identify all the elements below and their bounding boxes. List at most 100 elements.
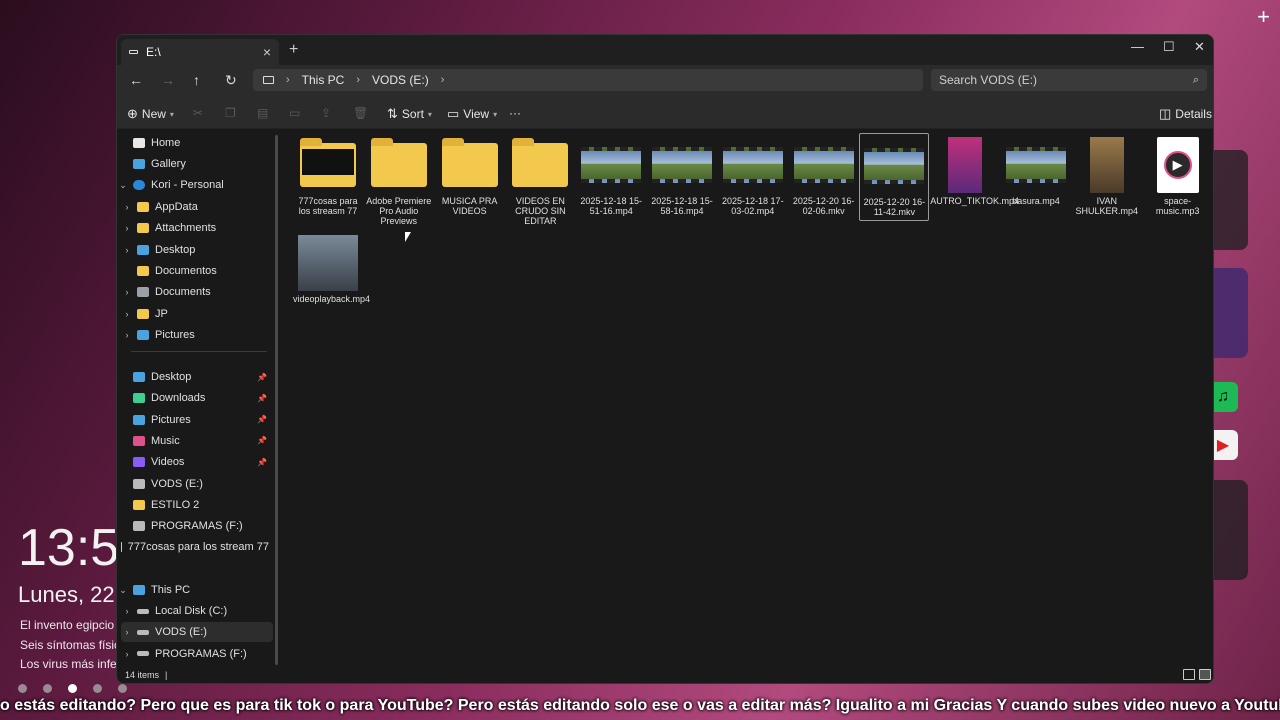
folder-item[interactable]: MUSICA PRA VIDEOS [435, 133, 505, 216]
rename-icon[interactable]: ▭ [289, 106, 300, 120]
pin-icon[interactable]: 📌 [257, 458, 267, 467]
pin-icon[interactable]: 📌 [257, 415, 267, 424]
forward-arrow-icon[interactable]: → [161, 72, 175, 88]
details-view-icon[interactable] [1183, 669, 1195, 680]
new-button[interactable]: ⊕ New ▾ [127, 106, 174, 122]
sidebar-item-onedrive[interactable]: ⌄ Kori - Personal [117, 175, 269, 195]
sidebar-item-label: Kori - Personal [151, 179, 224, 191]
new-tab-button[interactable]: + [289, 41, 298, 59]
refresh-icon[interactable]: ↻ [225, 72, 237, 89]
tab-close-icon[interactable]: × [263, 44, 271, 60]
sidebar-item-documentos[interactable]: Documentos [121, 261, 273, 281]
sidebar-item-home[interactable]: Home [117, 133, 269, 153]
sidebar-item-attachments[interactable]: › Attachments [121, 218, 273, 238]
tab-drive-e[interactable]: E:\ × [121, 39, 279, 65]
quick-access-videos[interactable]: Videos 📌 [117, 452, 269, 472]
file-item[interactable]: 2025-12-18 17-03-02.mp4 [718, 133, 788, 216]
page-dot-active[interactable] [68, 684, 77, 693]
chevron-down-icon[interactable]: ⌄ [117, 585, 129, 596]
page-dot[interactable] [18, 684, 27, 693]
chevron-right-icon[interactable]: › [121, 627, 133, 637]
folder-item[interactable]: Adobe Premiere Pro Audio Previews [364, 133, 434, 226]
chevron-right-icon[interactable]: › [441, 74, 445, 86]
file-item[interactable]: AUTRO_TIKTOK.mp4 [930, 133, 1019, 206]
sidebar-item-vods-e[interactable]: › VODS (E:) [121, 622, 273, 643]
chevron-right-icon[interactable]: › [121, 202, 133, 212]
chevron-right-icon[interactable]: › [121, 330, 133, 340]
quick-access-777cosas-para-los-stream-77[interactable]: 777cosas para los stream 77 [117, 537, 269, 557]
breadcrumb[interactable]: › This PC › VODS (E:) › [253, 69, 923, 91]
quick-access-vods-e[interactable]: VODS (E:) [117, 474, 269, 494]
details-button[interactable]: ◫ Details [1159, 106, 1212, 122]
close-button[interactable]: ✕ [1194, 39, 1205, 55]
sort-button[interactable]: ⇅ Sort ▾ [387, 106, 432, 122]
back-arrow-icon[interactable]: ← [129, 72, 143, 88]
cut-icon[interactable]: ✂ [193, 106, 203, 120]
news-headline[interactable]: Seis síntomas físico [20, 638, 116, 652]
chevron-right-icon[interactable]: › [121, 223, 133, 233]
maximize-button[interactable]: ☐ [1163, 39, 1175, 55]
chevron-down-icon: ▾ [169, 109, 174, 119]
news-headline[interactable]: El invento egipcio c [20, 618, 116, 632]
sidebar-item-pictures[interactable]: › Pictures [121, 325, 273, 345]
sidebar-item-documents[interactable]: › Documents [121, 282, 273, 302]
tiles-view-icon[interactable] [1199, 669, 1211, 680]
chevron-right-icon[interactable]: › [121, 309, 133, 319]
breadcrumb-this-pc[interactable]: This PC [302, 73, 345, 87]
desktop-plus-icon[interactable]: + [1257, 4, 1270, 30]
chevron-right-icon[interactable]: › [121, 606, 133, 616]
sidebar-item-appdata[interactable]: › AppData [121, 197, 273, 217]
file-name: VIDEOS EN CRUDO SIN EDITAR [515, 196, 566, 226]
quick-access-pictures[interactable]: Pictures 📌 [117, 410, 269, 430]
pin-icon[interactable]: 📌 [257, 373, 267, 382]
file-item[interactable]: ▶ space-music.mp3 [1143, 133, 1213, 216]
chevron-down-icon[interactable]: ⌄ [117, 180, 129, 191]
copy-icon[interactable]: ❐ [225, 106, 236, 120]
paste-icon[interactable]: ▤ [257, 106, 268, 120]
chevron-right-icon[interactable]: › [121, 649, 133, 659]
up-arrow-icon[interactable]: ↑ [193, 72, 200, 88]
file-item[interactable]: basura.mp4 [1001, 133, 1071, 206]
delete-icon[interactable]: 🗑 [353, 106, 368, 120]
share-icon[interactable]: ⇪ [321, 106, 331, 120]
chevron-right-icon[interactable]: › [121, 287, 133, 297]
chevron-right-icon[interactable]: › [356, 74, 360, 86]
file-item[interactable]: videoplayback.mp4 [293, 231, 370, 304]
file-item[interactable]: 2025-12-20 16-11-42.mkv [859, 133, 930, 221]
sidebar-item-local-disk-c[interactable]: › Local Disk (C:) [121, 601, 273, 621]
page-dot[interactable] [93, 684, 102, 693]
file-item[interactable]: IVAN SHULKER.mp4 [1072, 133, 1142, 216]
chevron-right-icon[interactable]: › [121, 245, 133, 255]
minimize-button[interactable]: — [1131, 39, 1144, 54]
sidebar-item-programas-f[interactable]: › PROGRAMAS (F:) [121, 644, 273, 664]
sidebar-item-jp[interactable]: › JP [121, 304, 273, 324]
breadcrumb-vods[interactable]: VODS (E:) [372, 73, 429, 87]
view-button[interactable]: ▭ View ▾ [447, 106, 497, 122]
page-dot[interactable] [118, 684, 127, 693]
search-input[interactable]: Search VODS (E:) ⌕ [931, 69, 1207, 91]
quick-access-desktop[interactable]: Desktop 📌 [117, 367, 269, 387]
more-options-button[interactable]: ··· [509, 106, 521, 120]
sidebar-scrollbar[interactable] [275, 135, 278, 665]
pin-icon[interactable]: 📌 [257, 394, 267, 403]
sidebar-item-gallery[interactable]: Gallery [117, 154, 269, 174]
quick-access-music[interactable]: Music 📌 [117, 431, 269, 451]
pin-icon[interactable]: 📌 [257, 436, 267, 445]
file-item[interactable]: 2025-12-20 16-02-06.mkv [789, 133, 859, 216]
file-item[interactable]: 2025-12-18 15-58-16.mp4 [647, 133, 717, 216]
quick-access-estilo-2[interactable]: ESTILO 2 [117, 495, 269, 515]
quick-access-downloads[interactable]: Downloads 📌 [117, 388, 269, 408]
view-label: View [463, 107, 490, 121]
chevron-right-icon[interactable]: › [286, 74, 290, 86]
folder-item[interactable]: VIDEOS EN CRUDO SIN EDITAR [505, 133, 575, 226]
page-dot[interactable] [43, 684, 52, 693]
plus-circle-icon: ⊕ [127, 106, 138, 121]
sidebar-item-this-pc[interactable]: ⌄ This PC [117, 580, 269, 600]
file-item[interactable]: 2025-12-18 15-51-16.mp4 [576, 133, 646, 216]
folder-icon [133, 478, 145, 489]
news-headline[interactable]: Los virus más infec [20, 657, 116, 671]
file-name: 2025-12-20 16-02-06.mkv [792, 196, 855, 216]
folder-item[interactable]: 777cosas para los streasm 77 [293, 133, 363, 216]
sidebar-item-desktop[interactable]: › Desktop [121, 240, 273, 260]
quick-access-programas-f[interactable]: PROGRAMAS (F:) [117, 516, 269, 536]
